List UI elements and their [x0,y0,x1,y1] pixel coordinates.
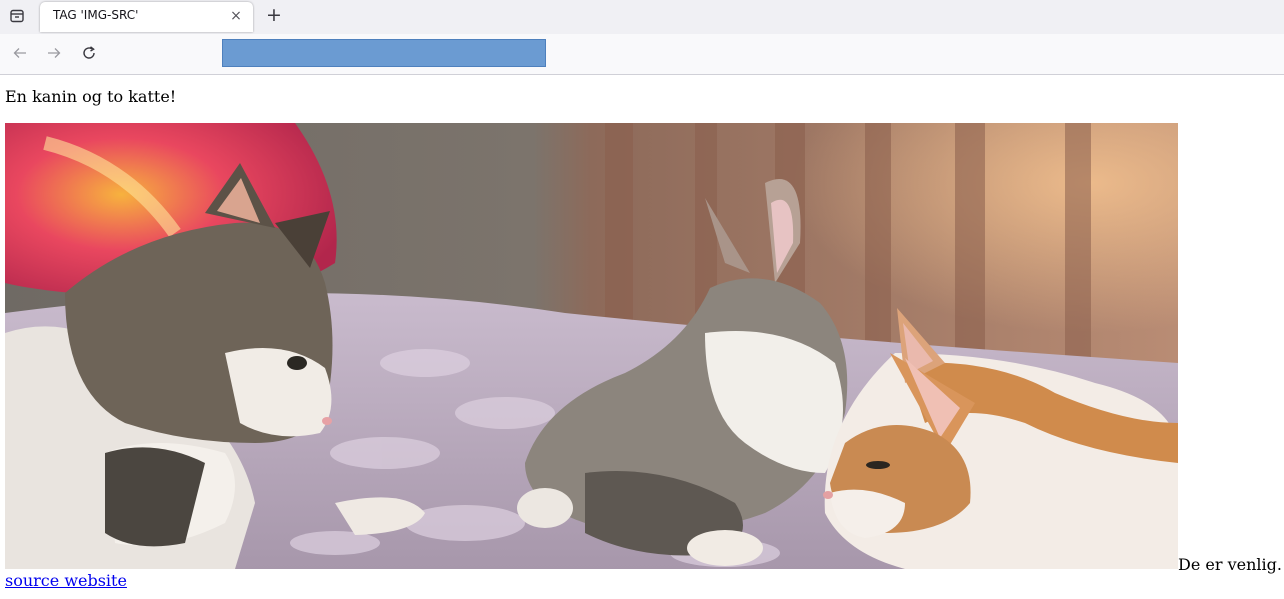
url-bar[interactable] [222,39,546,67]
image-caption: De er venlig. [1178,555,1282,574]
close-icon[interactable]: × [229,8,243,24]
tab-overview-icon[interactable] [6,5,28,27]
forward-arrow-icon[interactable] [43,42,65,64]
reload-icon[interactable] [78,42,100,64]
intro-text: En kanin og to katte! [5,87,177,106]
plus-icon[interactable]: + [265,5,283,25]
source-website-link[interactable]: source website [5,571,127,590]
page-content: En kanin og to katte! De er venlig. sour… [0,75,1284,599]
tab-strip: TAG 'IMG-SRC' × + [0,0,1284,34]
tab-title: TAG 'IMG-SRC' [53,8,139,22]
pets-photo [5,123,1178,569]
back-arrow-icon[interactable] [9,42,31,64]
active-tab[interactable]: TAG 'IMG-SRC' × [40,2,253,32]
nav-toolbar [0,34,1284,75]
